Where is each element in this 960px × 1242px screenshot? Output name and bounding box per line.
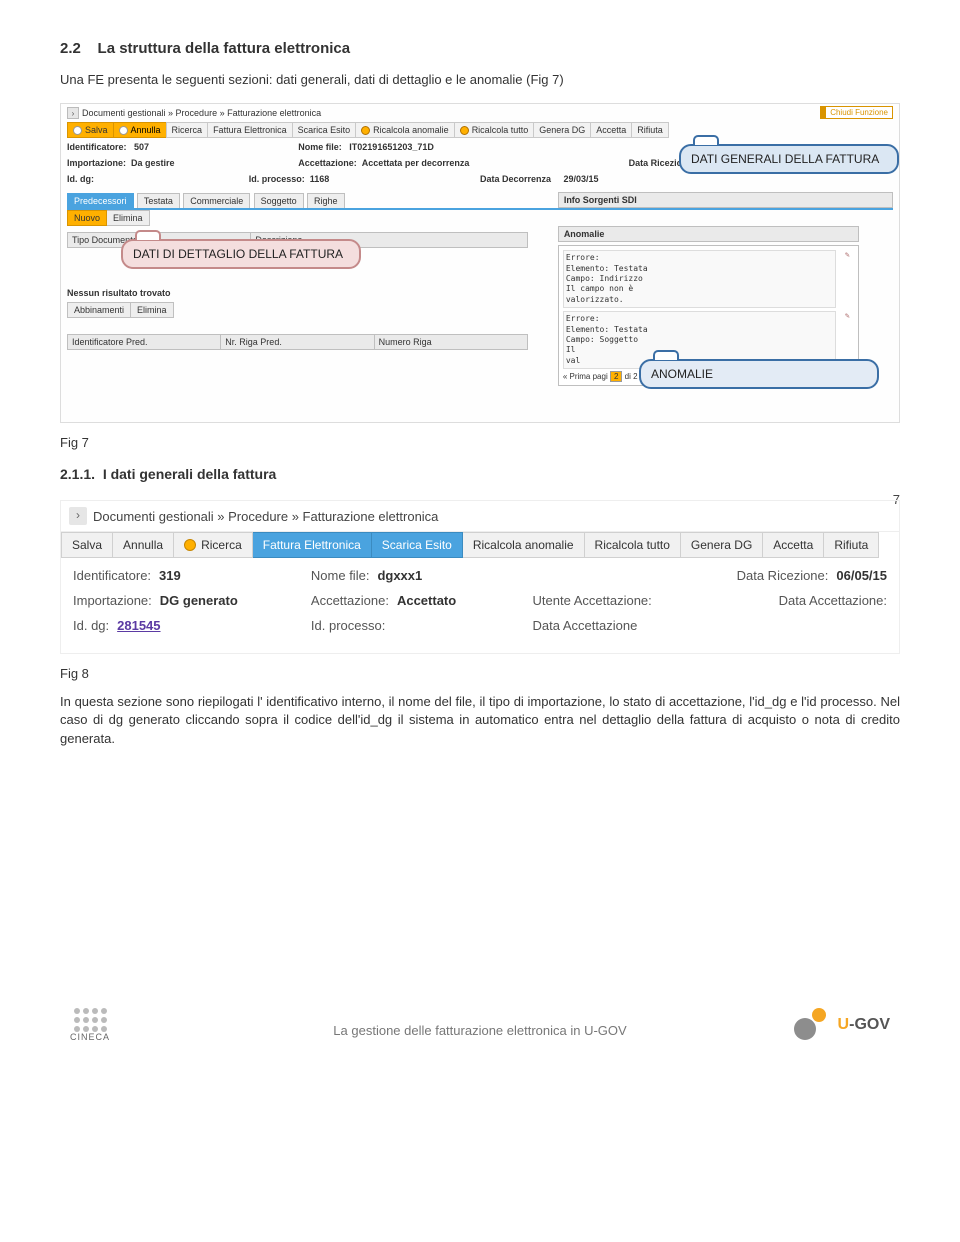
tab-testata[interactable]: Testata (137, 193, 180, 208)
toolbar-fig8: Salva Annulla Ricerca Fattura Elettronic… (61, 532, 899, 558)
callout-anomalie: ANOMALIE (639, 359, 879, 389)
genera-dg-button[interactable]: Genera DG (681, 532, 763, 558)
fattura-elettronica-button[interactable]: Fattura Elettronica (207, 122, 292, 138)
tab-commerciale[interactable]: Commerciale (183, 193, 250, 208)
section-title-text: La struttura della fattura elettronica (98, 40, 351, 57)
annulla-button[interactable]: Annulla (113, 532, 174, 558)
nuovo-button[interactable]: Nuovo (67, 210, 107, 226)
ricalcola-anomalie-button[interactable]: Ricalcola anomalie (463, 532, 585, 558)
callout-handle-icon (653, 350, 679, 360)
ricerca-button[interactable]: Ricerca (174, 532, 253, 558)
no-result-text: Nessun risultato trovato (67, 288, 528, 298)
col-id-pred: Identificatore Pred. (67, 334, 221, 350)
tab-predecessori[interactable]: Predecessori (67, 193, 134, 208)
section-heading: 2.2 La struttura della fattura elettroni… (60, 40, 900, 57)
scarica-esito-button[interactable]: Scarica Esito (292, 122, 356, 138)
toolbar-fig7: Salva Annulla Ricerca Fattura Elettronic… (67, 122, 669, 138)
body-paragraph: In questa sezione sono riepilogati l' id… (60, 693, 900, 748)
subsection-heading: 2.1.1. I dati generali della fattura (60, 466, 900, 482)
abbinamenti-button[interactable]: Abbinamenti (67, 302, 131, 318)
rifiuta-button[interactable]: Rifiuta (631, 122, 669, 138)
id-dg-link[interactable]: 281545 (117, 618, 160, 633)
fields-row-3: Id. dg: Id. processo: 1168 Data Decorren… (67, 174, 893, 184)
annulla-button[interactable]: Annulla (113, 122, 166, 138)
col-nr-riga-pred: Nr. Riga Pred. (221, 334, 374, 350)
tab-righe[interactable]: Righe (307, 193, 345, 208)
salva-button[interactable]: Salva (61, 532, 113, 558)
breadcrumb-bar: Documenti gestionali » Procedure » Fattu… (61, 501, 899, 532)
anomalie-header: Anomalie (558, 226, 860, 242)
figure-7-caption: Fig 7 (60, 435, 900, 450)
tab-soggetto[interactable]: Soggetto (254, 193, 304, 208)
ricalcola-tutto-button[interactable]: Ricalcola tutto (585, 532, 681, 558)
breadcrumb-bar: › Documenti gestionali » Procedure » Fat… (67, 106, 893, 119)
ricalcola-tutto-button[interactable]: Ricalcola tutto (454, 122, 534, 138)
callout-handle-icon (135, 230, 161, 240)
scarica-esito-button[interactable]: Scarica Esito (372, 532, 463, 558)
right-pane: Info Sorgenti SDI Anomalie Errore: Eleme… (558, 192, 893, 386)
figure-8-caption: Fig 8 (60, 666, 900, 681)
cineca-logo: CINECA (70, 1008, 110, 1042)
section-number: 2.2 (60, 40, 81, 57)
figure-8-screenshot: Documenti gestionali » Procedure » Fattu… (60, 500, 900, 654)
gears-icon (794, 1008, 832, 1042)
col-numero-riga: Numero Riga (375, 334, 528, 350)
ugov-logo: U-GOV (794, 1008, 890, 1042)
edit-icon[interactable]: ✎ (840, 250, 854, 308)
rifiuta-button[interactable]: Rifiuta (824, 532, 879, 558)
fields-panel: Identificatore:319 Nome file:dgxxx1 Data… (61, 558, 899, 653)
breadcrumb-chevron-icon[interactable]: › (67, 107, 79, 119)
dot-icon (184, 539, 196, 551)
elimina-button[interactable]: Elimina (107, 210, 150, 226)
callout-handle-icon (693, 135, 719, 145)
elimina-button-2[interactable]: Elimina (131, 302, 174, 318)
close-function-button[interactable]: Chiudi Funzione (820, 106, 893, 119)
callout-dati-generali: DATI GENERALI DELLA FATTURA (679, 144, 899, 174)
ricalcola-anomalie-button[interactable]: Ricalcola anomalie (355, 122, 454, 138)
salva-button[interactable]: Salva (67, 122, 113, 138)
info-sorgenti-sdi-header: Info Sorgenti SDI (558, 192, 893, 208)
callout-dati-dettaglio: DATI DI DETTAGLIO DELLA FATTURA (121, 239, 361, 269)
section-intro: Una FE presenta le seguenti sezioni: dat… (60, 71, 900, 89)
figure-7-screenshot: › Documenti gestionali » Procedure » Fat… (60, 103, 900, 423)
page-footer: CINECA La gestione delle fatturazione el… (60, 1008, 900, 1052)
breadcrumb-chevron-icon[interactable] (69, 507, 87, 525)
footer-title: La gestione delle fatturazione elettroni… (333, 1023, 626, 1038)
ricerca-button[interactable]: Ricerca (166, 122, 208, 138)
anomaly-row-1: Errore: Elemento: Testata Campo: Indiriz… (563, 250, 855, 308)
genera-dg-button[interactable]: Genera DG (533, 122, 590, 138)
accetta-button[interactable]: Accetta (590, 122, 631, 138)
breadcrumb-text: Documenti gestionali » Procedure » Fattu… (82, 108, 321, 118)
fattura-elettronica-button[interactable]: Fattura Elettronica (253, 532, 372, 558)
accetta-button[interactable]: Accetta (763, 532, 824, 558)
